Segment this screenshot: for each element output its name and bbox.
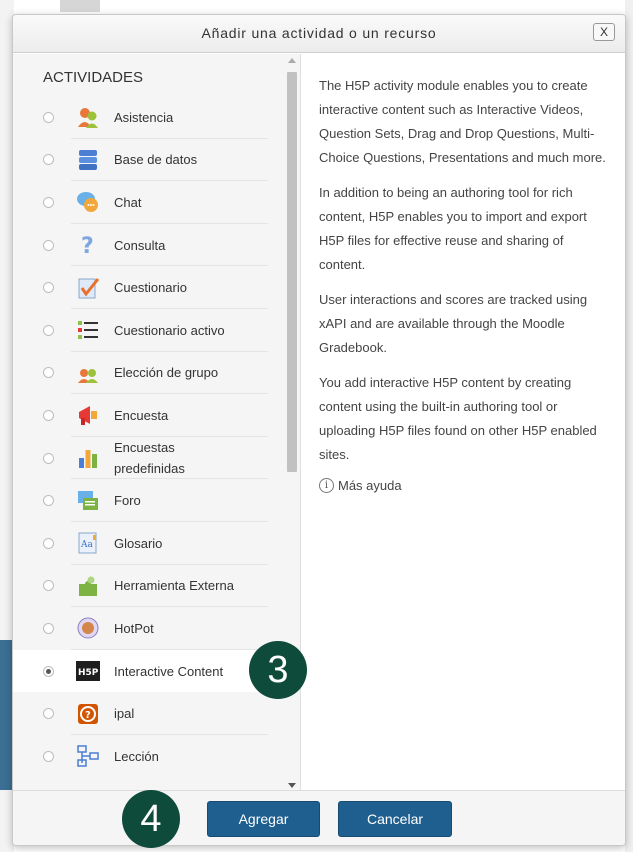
chart-icon: [79, 450, 97, 469]
svg-text:Aa: Aa: [80, 540, 93, 550]
activity-item-base-de-datos[interactable]: Base de datos: [13, 139, 284, 182]
puzzle-icon: [79, 576, 97, 596]
ipal-icon: ?: [78, 703, 98, 724]
info-icon: i: [319, 478, 334, 493]
dialog-footer: Agregar Cancelar: [13, 790, 625, 845]
activity-item-consulta[interactable]: ? Consulta: [13, 224, 284, 267]
activity-label: Lección: [114, 748, 159, 764]
dialog-title: Añadir una actividad o un recurso: [201, 25, 437, 41]
scroll-thumb[interactable]: [287, 72, 297, 472]
activity-item-herramienta-externa[interactable]: Herramienta Externa: [13, 565, 284, 608]
more-help-label[interactable]: Más ayuda: [338, 478, 402, 493]
activity-item-interactive-content[interactable]: H5P Interactive Content: [13, 649, 284, 693]
activity-item-cuestionario[interactable]: Cuestionario: [13, 266, 284, 309]
active-quiz-icon: [78, 321, 98, 340]
description-paragraph: The H5P activity module enables you to c…: [319, 78, 606, 165]
hotpot-icon: [77, 617, 99, 639]
activity-radio[interactable]: [43, 324, 54, 336]
dialog-body: ACTIVIDADES Asistencia Base de datos Cha…: [13, 54, 625, 792]
question-icon: ?: [81, 234, 94, 257]
activity-radio[interactable]: [43, 282, 54, 294]
activity-item-leccion[interactable]: Lección: [13, 735, 284, 778]
activity-label: Encuesta: [114, 407, 169, 423]
activity-label: Asistencia: [114, 109, 174, 125]
activity-list: Asistencia Base de datos Chat ? Consulta…: [13, 96, 284, 778]
description-paragraph: User interactions and scores are tracked…: [319, 292, 588, 355]
megaphone-icon: [79, 406, 97, 426]
activity-label: Foro: [114, 493, 141, 509]
background-page-top: [60, 0, 100, 12]
svg-text:H5P: H5P: [78, 668, 99, 678]
activity-label: ipal: [114, 706, 135, 722]
scroll-up-arrow-icon[interactable]: [288, 58, 296, 63]
activity-label: Elección de grupo: [114, 365, 219, 381]
activity-radio[interactable]: [43, 196, 54, 208]
quiz-icon: [78, 277, 100, 299]
activity-label: Chat: [114, 194, 142, 210]
activity-label: Consulta: [114, 237, 166, 253]
h5p-icon: H5P: [76, 661, 100, 682]
activity-radio[interactable]: [43, 708, 54, 720]
activity-description-pane: The H5P activity module enables you to c…: [302, 54, 625, 792]
more-help-link[interactable]: i Más ayuda: [319, 478, 607, 493]
activity-radio[interactable]: [43, 580, 54, 592]
activity-label: Glosario: [114, 535, 163, 551]
activity-item-glosario[interactable]: Aa Glosario: [13, 522, 284, 565]
activity-radio[interactable]: [43, 239, 54, 251]
activity-radio[interactable]: [43, 409, 54, 421]
activity-item-ipal[interactable]: ? ipal: [13, 692, 284, 735]
svg-text:?: ?: [81, 234, 94, 257]
activity-radio[interactable]: [43, 367, 54, 379]
activity-item-encuesta[interactable]: Encuesta: [13, 394, 284, 437]
background-page-right: [625, 0, 633, 852]
lesson-icon: [77, 745, 99, 767]
attendance-icon: [78, 108, 98, 129]
activity-label: Interactive Content: [114, 663, 224, 679]
activity-radio[interactable]: [43, 622, 54, 634]
activity-item-encuestas-predefinidas[interactable]: Encuestas predefinidas: [13, 437, 284, 480]
activity-label: Base de datos: [114, 152, 198, 168]
add-button[interactable]: Agregar: [207, 801, 320, 837]
activity-label: Encuestas predefinidas: [114, 440, 185, 477]
activity-radio[interactable]: [43, 111, 54, 123]
svg-text:?: ?: [85, 710, 91, 721]
activity-radio[interactable]: [43, 452, 54, 464]
activity-label: Herramienta Externa: [114, 578, 234, 594]
dialog-titlebar: Añadir una actividad o un recurso X: [13, 15, 625, 53]
activity-label: Cuestionario: [114, 280, 187, 296]
activity-item-hotpot[interactable]: HotPot: [13, 607, 284, 650]
step-marker-4: 4: [122, 790, 180, 848]
activity-radio[interactable]: [43, 665, 54, 677]
activity-radio[interactable]: [43, 154, 54, 166]
activity-item-foro[interactable]: Foro: [13, 479, 284, 522]
activity-item-eleccion-de-grupo[interactable]: Elección de grupo: [13, 352, 284, 395]
activities-heading: ACTIVIDADES: [43, 69, 144, 86]
scroll-down-arrow-icon[interactable]: [288, 783, 296, 788]
group-choice-icon: [78, 368, 98, 383]
glossary-icon: Aa: [78, 532, 97, 554]
activity-radio[interactable]: [43, 495, 54, 507]
activity-label: HotPot: [114, 620, 154, 636]
activity-item-asistencia[interactable]: Asistencia: [13, 96, 284, 139]
chat-icon: [77, 192, 98, 213]
activity-label: Cuestionario activo: [114, 322, 225, 338]
database-icon: [79, 149, 97, 170]
cancel-button[interactable]: Cancelar: [338, 801, 452, 837]
forum-icon: [78, 490, 98, 510]
activity-radio[interactable]: [43, 750, 54, 762]
description-paragraph: You add interactive H5P content by creat…: [319, 375, 597, 462]
activity-radio[interactable]: [43, 537, 54, 549]
activity-item-cuestionario-activo[interactable]: Cuestionario activo: [13, 309, 284, 352]
activity-item-chat[interactable]: Chat: [13, 181, 284, 224]
close-button[interactable]: X: [593, 23, 615, 41]
add-activity-dialog: Añadir una actividad o un recurso X ACTI…: [12, 14, 626, 846]
step-marker-3: 3: [249, 641, 307, 699]
description-paragraph: In addition to being an authoring tool f…: [319, 185, 587, 272]
